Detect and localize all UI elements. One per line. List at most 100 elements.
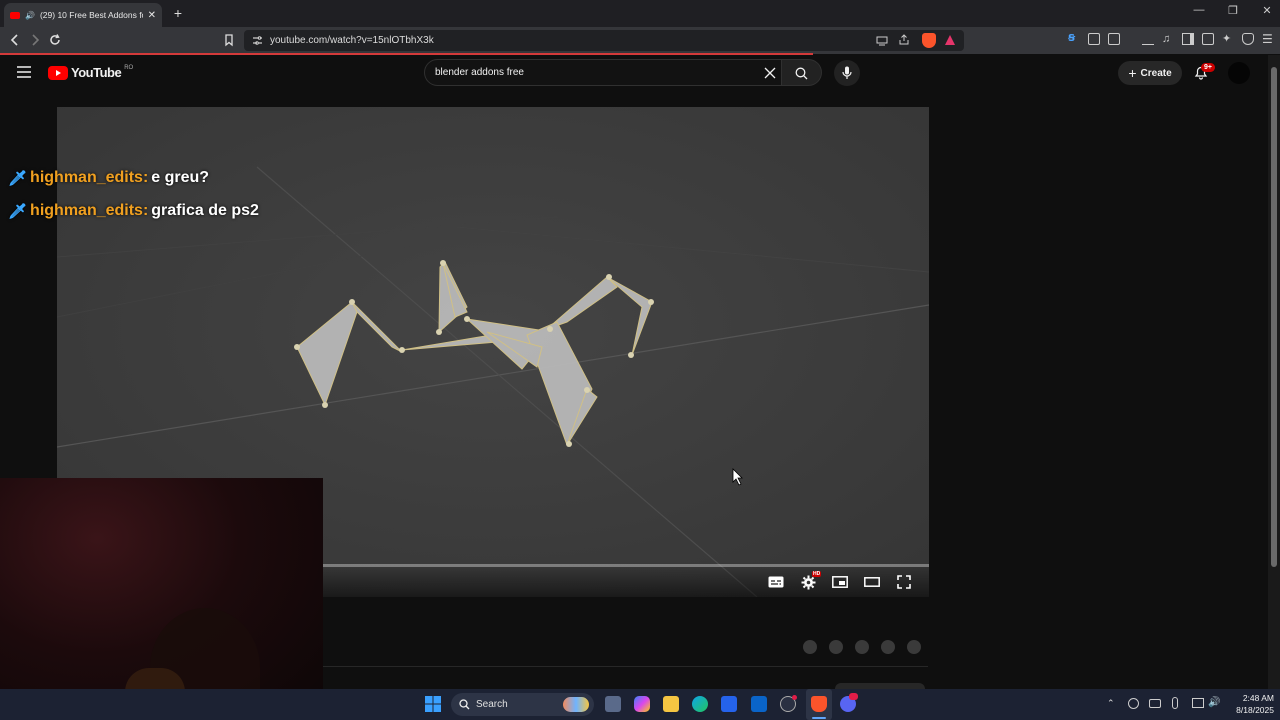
sword-badge-icon: 🗡 <box>8 170 28 187</box>
tab-title: (29) 10 Free Best Addons for <box>39 10 143 20</box>
window-close-icon[interactable]: ✕ <box>1260 4 1274 17</box>
reload-icon[interactable] <box>48 33 62 47</box>
chat-message: 🗡 highman_edits: e greu? <box>8 169 209 187</box>
hd-badge: HD <box>812 571 822 577</box>
share-icon[interactable] <box>898 34 910 46</box>
bookmark-icon[interactable] <box>222 33 236 47</box>
search-highlight-icon <box>563 697 589 712</box>
outlook-icon[interactable] <box>751 696 767 712</box>
miniplayer-icon[interactable] <box>832 576 848 588</box>
screenshot-extension-icon[interactable] <box>1108 33 1120 45</box>
taskbar-search-icon <box>459 699 470 710</box>
sidebar-icon[interactable] <box>1182 33 1194 45</box>
url-text: youtube.com/watch?v=15nlOTbhX3k <box>270 35 434 46</box>
subtitles-icon[interactable] <box>768 576 784 588</box>
edge-browser-icon[interactable] <box>692 696 708 712</box>
clock-date: 8/18/2025 <box>1236 705 1274 715</box>
video-progress-bar[interactable] <box>323 564 929 567</box>
microsoft-store-icon[interactable] <box>721 696 737 712</box>
cast-icon[interactable] <box>876 35 888 46</box>
sync-tray-icon[interactable] <box>1128 698 1139 709</box>
divider <box>323 666 928 667</box>
fullscreen-icon[interactable] <box>897 575 911 589</box>
brave-browser-icon[interactable] <box>811 696 827 712</box>
chat-text: grafica de ps2 <box>151 202 259 219</box>
notification-badge: 9+ <box>1201 63 1215 72</box>
clear-search-icon[interactable] <box>764 67 776 79</box>
create-label: Create <box>1140 67 1172 79</box>
windows-start-icon[interactable] <box>425 696 441 712</box>
chat-username: highman_edits: <box>30 202 149 219</box>
youtube-play-logo-icon <box>48 65 68 80</box>
voice-search-button[interactable] <box>834 60 860 86</box>
leo-ai-icon[interactable]: ✦ <box>1222 33 1234 45</box>
task-view-icon[interactable] <box>605 696 621 712</box>
loading-placeholder-dots <box>803 640 921 654</box>
avatar[interactable] <box>1228 62 1250 84</box>
placeholder-dot <box>855 640 869 654</box>
vpn-icon[interactable] <box>1242 33 1254 45</box>
new-tab-button[interactable]: + <box>170 5 186 21</box>
region-code: RO <box>124 64 134 71</box>
placeholder-dot <box>881 640 895 654</box>
youtube-masthead: YouTube RO blender addons free + Create … <box>0 55 1268 91</box>
app-alert-dot <box>792 695 797 700</box>
browser-tab-active[interactable]: 🔊 (29) 10 Free Best Addons for ✕ <box>4 3 162 27</box>
file-explorer-icon[interactable] <box>663 696 679 712</box>
downloads-icon[interactable] <box>1142 33 1154 45</box>
translate-extension-icon[interactable]: Ꞩ <box>1068 33 1080 45</box>
create-button[interactable]: + Create <box>1118 61 1182 85</box>
windows-taskbar: Search ⌃ 🔊 2:48 AM 8/18/2025 <box>0 689 1280 720</box>
extensions-icon[interactable] <box>1088 33 1100 45</box>
settings-gear-icon[interactable] <box>801 575 816 590</box>
taskbar-search[interactable]: Search <box>451 693 594 716</box>
audio-playing-icon[interactable]: 🔊 <box>25 11 35 20</box>
system-clock[interactable]: 2:48 AM 8/18/2025 <box>1226 692 1274 716</box>
discord-badge <box>849 693 858 700</box>
youtube-logo[interactable]: YouTube RO <box>48 65 133 80</box>
tab-close-icon[interactable]: ✕ <box>148 10 156 21</box>
youtube-logo-text: YouTube <box>71 65 122 80</box>
site-info-icon[interactable] <box>252 35 263 46</box>
placeholder-dot <box>829 640 843 654</box>
microphone-icon <box>842 66 852 79</box>
tray-chevron-icon[interactable]: ⌃ <box>1107 698 1115 709</box>
sword-badge-icon: 🗡 <box>8 203 28 220</box>
network-tray-icon[interactable] <box>1192 698 1204 708</box>
scrollbar-thumb[interactable] <box>1271 67 1277 567</box>
browser-toolbar: youtube.com/watch?v=15nlOTbhX3k Ꞩ ♫ ✦ ☰ <box>0 27 1280 54</box>
media-icon[interactable]: ♫ <box>1162 33 1174 45</box>
brave-rewards-icon[interactable] <box>944 34 956 46</box>
plus-icon: + <box>1128 65 1137 81</box>
brave-shields-icon[interactable] <box>922 33 936 48</box>
search-button[interactable] <box>782 59 822 86</box>
forward-icon[interactable] <box>28 33 42 47</box>
chat-message: 🗡 highman_edits: grafica de ps2 <box>8 202 259 220</box>
menu-icon[interactable]: ☰ <box>1262 33 1274 45</box>
active-indicator <box>812 717 826 719</box>
copilot-icon[interactable] <box>634 696 650 712</box>
wallet-icon[interactable] <box>1202 33 1214 45</box>
taskbar-search-label: Search <box>476 699 508 710</box>
webcam-overlay <box>0 478 323 720</box>
back-icon[interactable] <box>8 33 22 47</box>
browser-tab-strip: 🔊 (29) 10 Free Best Addons for ✕ + — ❐ ✕ <box>0 0 1280 27</box>
address-bar[interactable]: youtube.com/watch?v=15nlOTbhX3k <box>244 30 964 51</box>
onedrive-tray-icon[interactable] <box>1149 699 1161 708</box>
chat-text: e greu? <box>151 169 210 186</box>
volume-tray-icon[interactable]: 🔊 <box>1208 697 1220 708</box>
page-scrollbar[interactable] <box>1268 55 1280 689</box>
search-input[interactable]: blender addons free <box>424 59 782 86</box>
restore-icon[interactable]: ❐ <box>1226 4 1240 17</box>
minimize-icon[interactable]: — <box>1192 4 1206 17</box>
mic-tray-icon[interactable] <box>1172 697 1178 709</box>
placeholder-dot <box>803 640 817 654</box>
search-query-text: blender addons free <box>435 67 524 78</box>
search-icon <box>795 67 808 80</box>
toolbar-spacer <box>1128 33 1134 45</box>
chat-username: highman_edits: <box>30 169 149 186</box>
placeholder-dot <box>907 640 921 654</box>
clock-time: 2:48 AM <box>1242 693 1274 703</box>
hamburger-menu-icon[interactable] <box>17 66 31 78</box>
theater-mode-icon[interactable] <box>864 577 880 587</box>
